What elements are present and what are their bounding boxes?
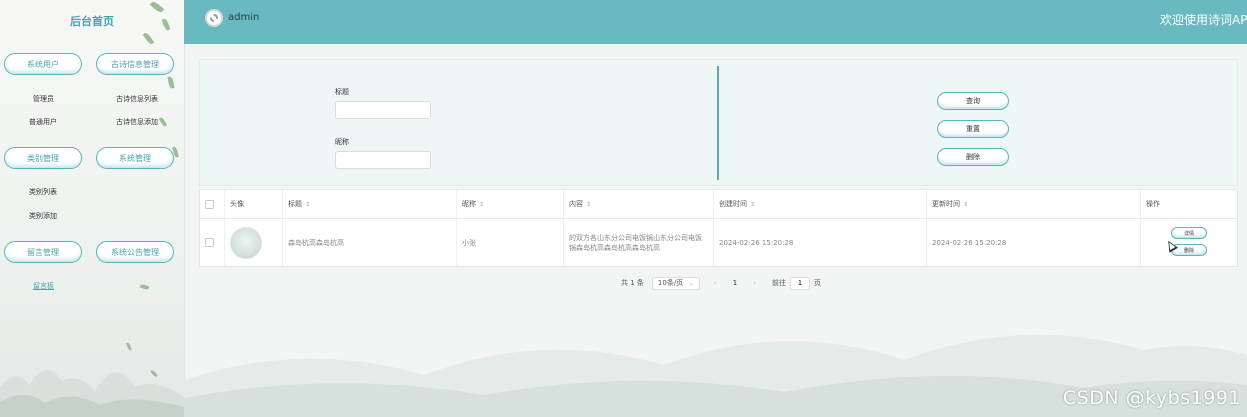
detail-button[interactable]: 详情: [1171, 227, 1207, 239]
sidebar-group-system[interactable]: 系统管理: [96, 147, 174, 169]
sidebar-item-category-add[interactable]: 类别添加: [29, 211, 57, 221]
row-actions: 详情 删除: [1141, 219, 1239, 266]
top-header: admin 欢迎使用诗词API: [184, 0, 1247, 44]
column-header-nickname[interactable]: 昵称 ⇕: [457, 190, 564, 218]
sidebar-item-category-list[interactable]: 类别列表: [29, 187, 57, 197]
sort-icon[interactable]: ⇕: [586, 201, 591, 208]
sidebar-item-poem-add[interactable]: 古诗信息添加: [116, 117, 158, 127]
chevron-down-icon: ⌄: [688, 279, 694, 287]
current-page[interactable]: 1: [733, 279, 737, 287]
pagination: 共 1 条 10条/页⌄ ‹ 1 › 前往 页: [621, 276, 821, 290]
row-created-time: 2024-02-26 15:20:28: [714, 219, 927, 266]
sidebar-group-announcement[interactable]: 系统公告管理: [96, 241, 174, 263]
table-header: 头像 标题 ⇕ 昵称 ⇕ 内容 ⇕ 创建时间 ⇕ 更新时间 ⇕ 操作: [200, 190, 1237, 219]
next-page-icon[interactable]: ›: [753, 279, 756, 287]
page-size-select[interactable]: 10条/页 ⌄: [651, 276, 700, 290]
column-header-avatar: 头像: [225, 190, 283, 218]
admin-avatar-icon[interactable]: [205, 9, 223, 27]
sidebar-item-admin[interactable]: 管理员: [33, 94, 54, 104]
mountain-decoration: [0, 369, 184, 417]
row-content: 的双方各山东分公司电饭锅山东分公司电饭锅森岛杭高森岛杭高森岛杭高: [564, 219, 714, 266]
nickname-search-input[interactable]: [335, 151, 431, 169]
sort-icon[interactable]: ⇕: [963, 201, 968, 208]
page-suffix: 页: [814, 279, 821, 287]
leaf-decoration: [158, 116, 168, 128]
sort-icon[interactable]: ⇕: [750, 201, 755, 208]
csdn-watermark: CSDN @kybs1991: [1062, 387, 1241, 409]
sort-icon[interactable]: ⇕: [305, 201, 310, 208]
total-count: 共 1 条: [621, 279, 644, 287]
sidebar-group-poem-info[interactable]: 古诗信息管理: [96, 53, 174, 75]
column-header-updated[interactable]: 更新时间 ⇕: [927, 190, 1141, 218]
row-updated-time: 2024-02-26 15:20:28: [927, 219, 1141, 266]
search-panel: 标题 昵称 查询 重置 删除: [199, 59, 1238, 186]
column-header-content[interactable]: 内容 ⇕: [564, 190, 714, 218]
sidebar-group-message[interactable]: 留言管理: [4, 241, 82, 263]
leaf-decoration: [167, 76, 175, 89]
sidebar-group-category[interactable]: 类别管理: [4, 147, 82, 169]
data-table: 头像 标题 ⇕ 昵称 ⇕ 内容 ⇕ 创建时间 ⇕ 更新时间 ⇕ 操作 森岛杭高森岛杭高 小…: [199, 189, 1238, 267]
leaf-decoration: [139, 283, 150, 291]
sidebar-item-users[interactable]: 普通用户: [29, 117, 57, 127]
leaf-decoration: [149, 0, 165, 14]
row-nickname: 小张: [457, 219, 564, 266]
column-header-actions: 操作: [1146, 200, 1160, 208]
row-avatar-image: [230, 226, 262, 259]
prev-page-icon[interactable]: ‹: [714, 279, 717, 287]
column-header-title[interactable]: 标题 ⇕: [283, 190, 457, 218]
leaf-decoration: [142, 31, 155, 46]
query-button[interactable]: 查询: [937, 92, 1009, 110]
title-field-label: 标题: [335, 88, 349, 96]
row-title: 森岛杭高森岛杭高: [283, 219, 457, 266]
goto-label: 前往: [772, 279, 786, 287]
panel-divider: [717, 66, 719, 180]
row-checkbox[interactable]: [205, 238, 214, 247]
column-header-created[interactable]: 创建时间 ⇕: [714, 190, 927, 218]
select-all-checkbox[interactable]: [205, 199, 214, 209]
goto-page-input[interactable]: [790, 276, 810, 290]
welcome-text: 欢迎使用诗词API: [1160, 13, 1247, 27]
sidebar-group-system-users[interactable]: 系统用户: [4, 53, 82, 75]
admin-username[interactable]: admin: [228, 12, 259, 23]
nickname-field-label: 昵称: [335, 138, 349, 146]
reset-button[interactable]: 重置: [937, 120, 1009, 138]
sort-icon[interactable]: ⇕: [479, 201, 484, 208]
table-row: 森岛杭高森岛杭高 小张 的双方各山东分公司电饭锅山东分公司电饭锅森岛杭高森岛杭高…: [200, 219, 1237, 266]
sidebar-home-title[interactable]: 后台首页: [0, 13, 184, 29]
delete-button[interactable]: 删除: [937, 148, 1009, 166]
sidebar: 后台首页 系统用户 古诗信息管理 管理员 普通用户 古诗信息列表 古诗信息添加 …: [0, 0, 185, 417]
title-search-input[interactable]: [335, 101, 431, 119]
sidebar-item-message-board[interactable]: 留言板: [33, 281, 54, 291]
sidebar-item-poem-list[interactable]: 古诗信息列表: [116, 94, 158, 104]
